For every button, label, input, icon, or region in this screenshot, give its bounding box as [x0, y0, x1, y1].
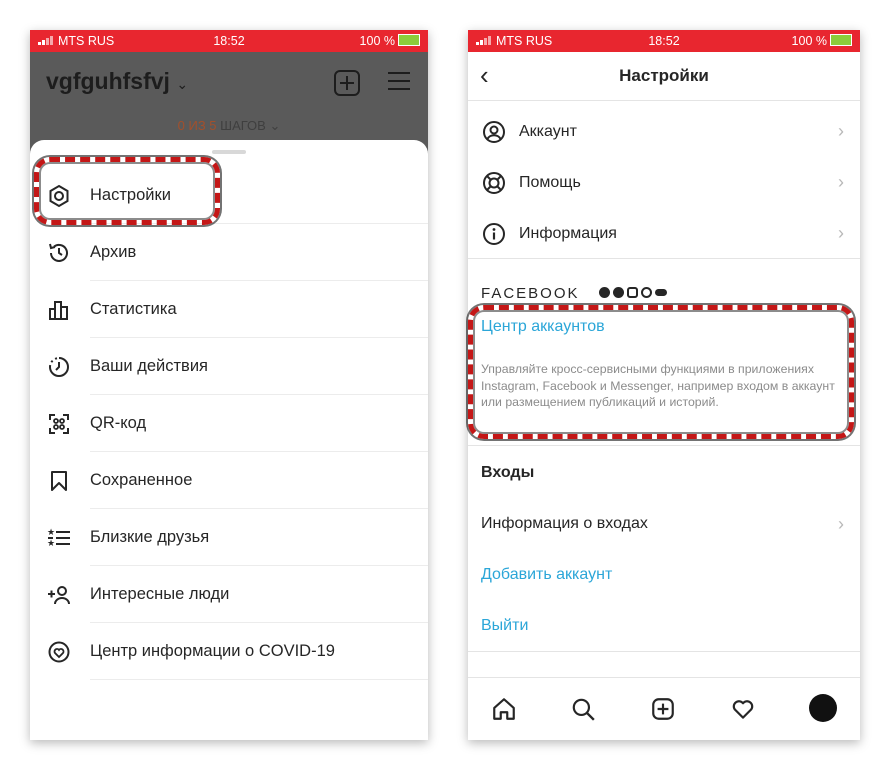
menu-item-label: Ваши действия — [90, 357, 208, 375]
svg-text:★: ★ — [47, 539, 55, 549]
accounts-center-highlight — [468, 305, 854, 439]
profile-steps[interactable]: 0 ИЗ 5 ШАГОВ ⌄ — [30, 118, 428, 134]
whatsapp-icon — [641, 287, 652, 298]
menu-item-label: QR-код — [90, 414, 147, 432]
menu-item-discover-people[interactable]: Интересные люди — [30, 566, 428, 623]
svg-text:★: ★ — [47, 528, 55, 538]
home-icon[interactable] — [491, 696, 517, 722]
activity-icon — [47, 355, 71, 379]
info-icon — [482, 222, 506, 246]
menu-sheet: Настройки Архив Статистика Ваши действия… — [30, 140, 428, 740]
status-bar: MTS RUS 18:52 100 % — [468, 30, 860, 52]
menu-item-archive[interactable]: Архив — [30, 224, 428, 281]
facebook-section-heading: FACEBOOK — [481, 285, 580, 302]
meta-apps-icons — [599, 287, 667, 298]
new-post-icon[interactable] — [650, 696, 676, 722]
divider — [468, 445, 860, 446]
covid-info-icon — [47, 640, 71, 664]
menu-item-label: Интересные люди — [90, 585, 230, 603]
page-title: Настройки — [619, 66, 709, 85]
settings-item-label: Помощь — [519, 174, 581, 191]
battery-icon — [398, 34, 420, 46]
menu-item-label: Сохраненное — [90, 471, 193, 489]
insights-icon — [47, 298, 71, 322]
facebook-icon — [599, 287, 610, 298]
account-icon — [482, 120, 506, 144]
profile-header: vgfguhfsfvj ⌄ 0 ИЗ 5 ШАГОВ ⌄ — [30, 52, 428, 140]
logout-link[interactable]: Выйти — [481, 617, 528, 635]
settings-item-account[interactable]: Аккаунт › — [468, 107, 860, 157]
archive-icon — [47, 241, 71, 265]
new-post-icon[interactable] — [334, 70, 360, 96]
divider — [468, 258, 860, 259]
menu-item-label: Статистика — [90, 300, 177, 318]
menu-item-close-friends[interactable]: ★ ★ Близкие друзья — [30, 509, 428, 566]
menu-item-label: Центр информации о COVID-19 — [90, 642, 335, 660]
divider — [90, 679, 428, 680]
chevron-right-icon: › — [838, 223, 844, 243]
settings-item-info[interactable]: Информация › — [468, 209, 860, 259]
username-switcher[interactable]: vgfguhfsfvj ⌄ — [46, 68, 188, 95]
chevron-right-icon: › — [838, 172, 844, 192]
status-bar: MTS RUS 18:52 100 % — [30, 30, 428, 52]
instagram-icon — [627, 287, 638, 298]
left-phone-screen: MTS RUS 18:52 100 % vgfguhfsfvj ⌄ 0 ИЗ 5… — [30, 30, 428, 740]
chevron-right-icon: › — [838, 121, 844, 141]
battery-level: 100 % — [792, 34, 852, 48]
menu-item-label: Близкие друзья — [90, 528, 210, 546]
menu-icon[interactable] — [388, 72, 410, 90]
qr-code-icon — [47, 412, 71, 436]
profile-avatar[interactable] — [809, 694, 837, 722]
activity-heart-icon[interactable] — [730, 696, 756, 722]
search-icon[interactable] — [570, 696, 596, 722]
battery-level: 100 % — [360, 34, 420, 48]
login-info-item[interactable]: Информация о входах — [481, 515, 648, 533]
battery-icon — [830, 34, 852, 46]
settings-item-help[interactable]: Помощь › — [468, 158, 860, 208]
messenger-icon — [613, 287, 624, 298]
menu-item-label: Архив — [90, 243, 137, 261]
bookmark-icon — [47, 469, 71, 493]
menu-item-covid-info[interactable]: Центр информации о COVID-19 — [30, 623, 428, 680]
settings-nav-bar: ‹ Настройки — [468, 52, 860, 101]
close-friends-icon: ★ ★ — [47, 526, 71, 550]
divider — [468, 651, 860, 652]
help-icon — [482, 171, 506, 195]
discover-people-icon — [47, 583, 71, 607]
portal-icon — [655, 289, 667, 296]
logins-section-heading: Входы — [481, 464, 535, 481]
menu-item-saved[interactable]: Сохраненное — [30, 452, 428, 509]
sheet-handle[interactable] — [212, 150, 246, 154]
chevron-right-icon: › — [838, 514, 844, 534]
settings-item-label: Аккаунт — [519, 123, 577, 140]
menu-item-insights[interactable]: Статистика — [30, 281, 428, 338]
add-account-link[interactable]: Добавить аккаунт — [481, 566, 612, 584]
settings-item-label: Информация — [519, 225, 617, 242]
menu-item-qr-code[interactable]: QR-код — [30, 395, 428, 452]
settings-highlight — [34, 157, 220, 225]
menu-item-your-activity[interactable]: Ваши действия — [30, 338, 428, 395]
bottom-tab-bar — [468, 677, 860, 740]
